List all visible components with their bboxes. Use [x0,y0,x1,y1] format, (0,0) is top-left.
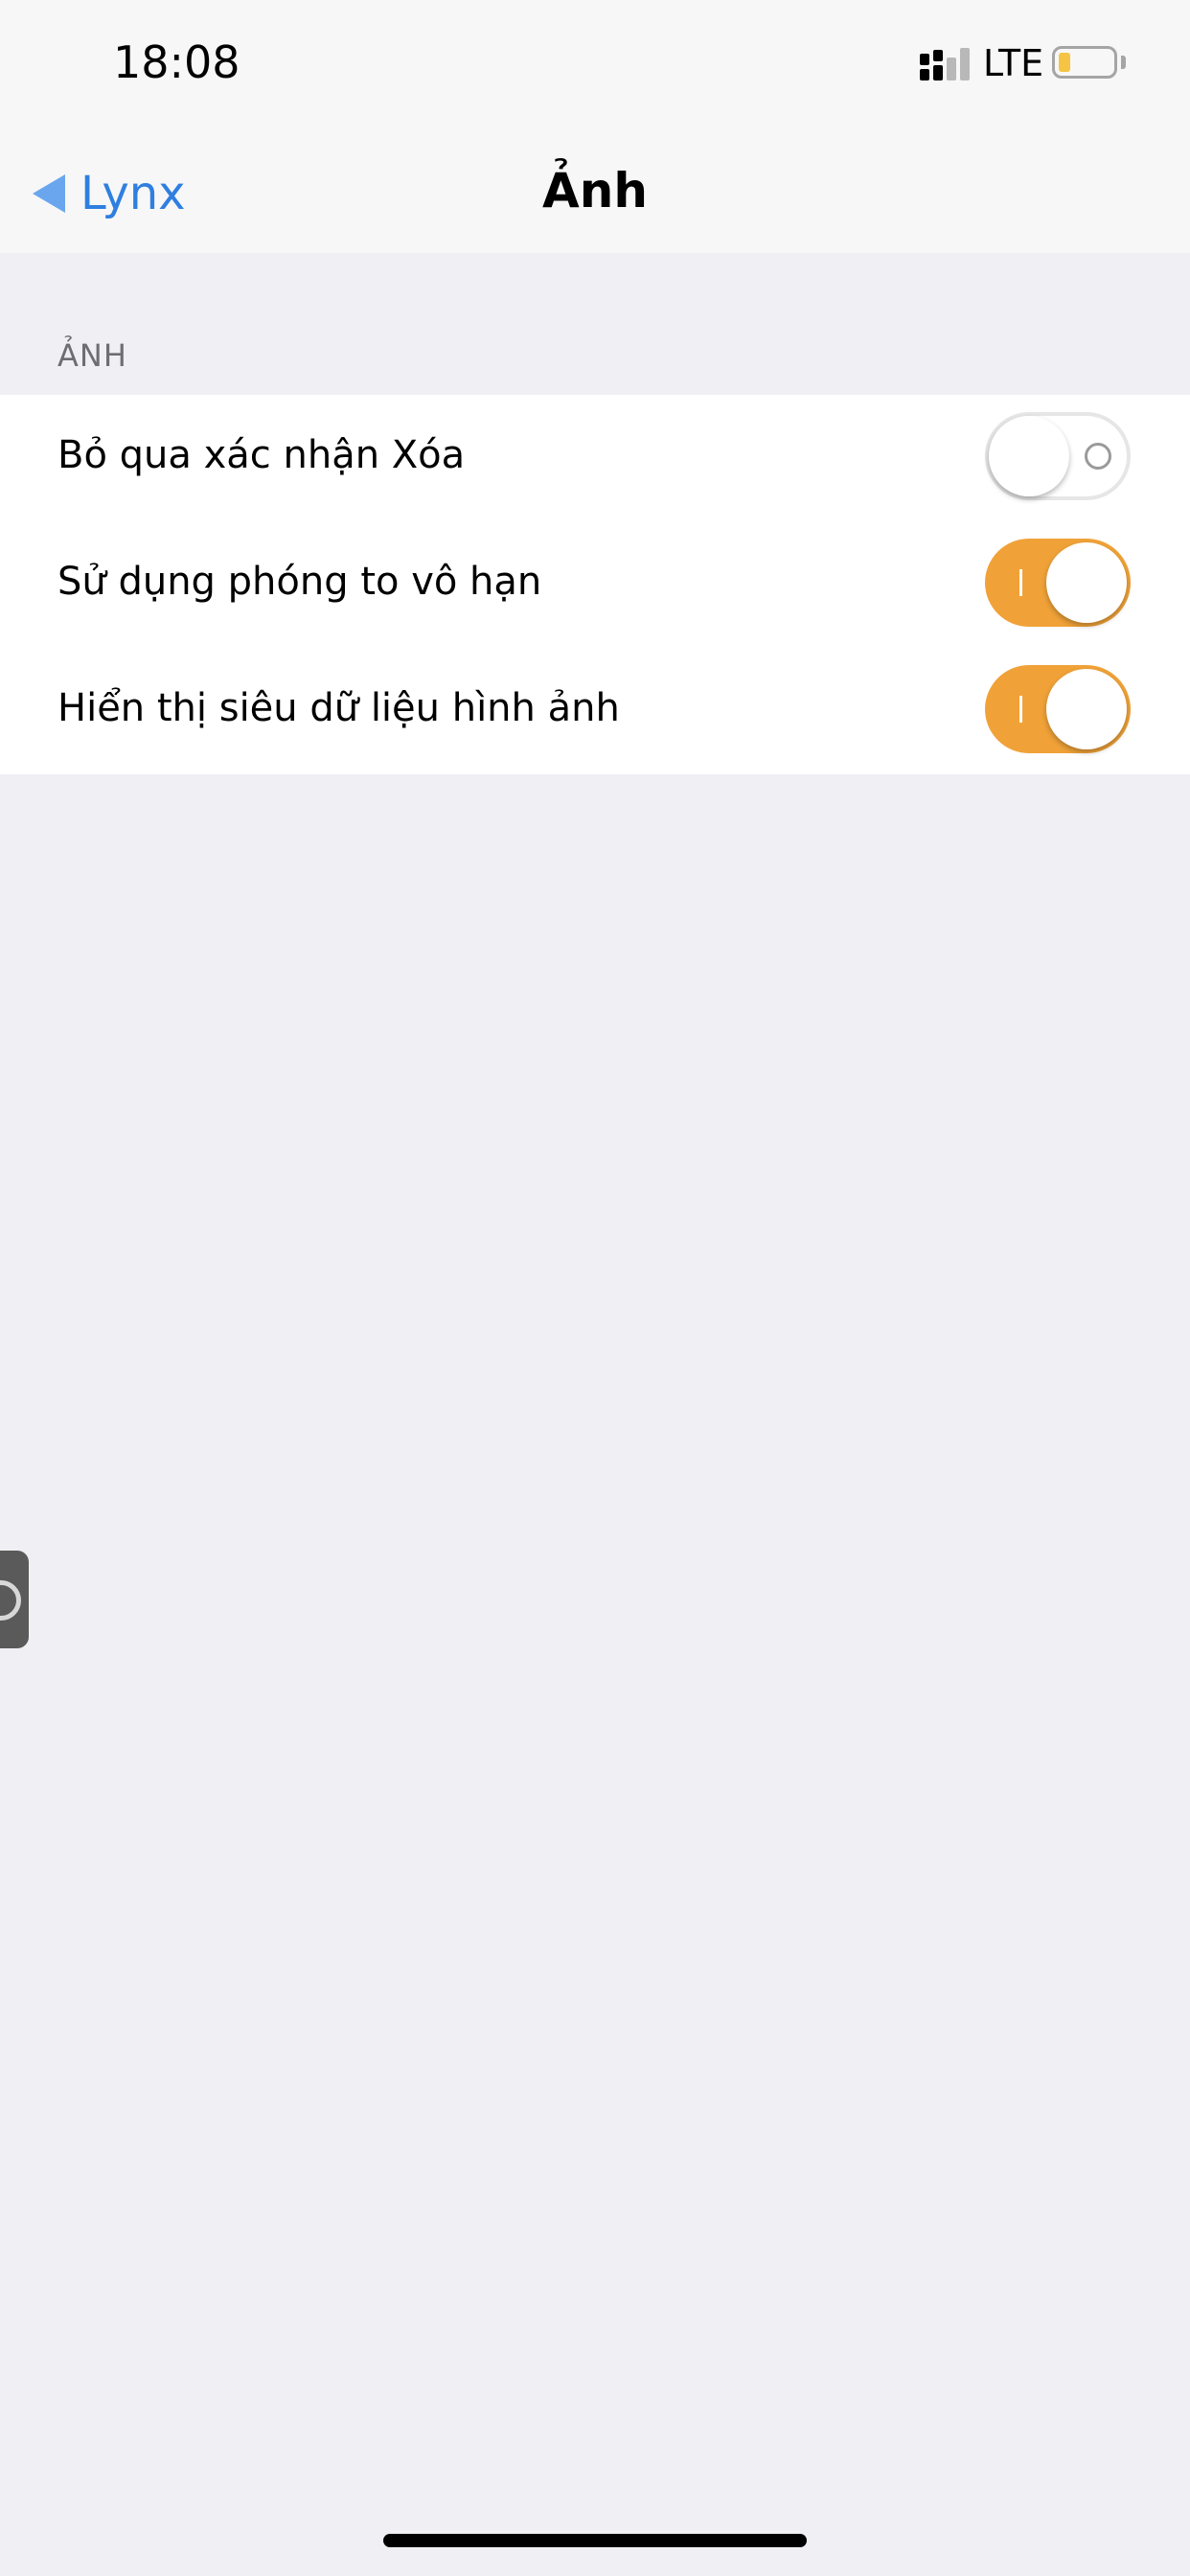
toggle-on-indicator-icon [1019,569,1022,596]
battery-tip [1121,56,1126,69]
toggle-knob [989,416,1069,496]
home-indicator[interactable] [383,2534,807,2547]
infinite-zoom-toggle[interactable] [985,539,1131,627]
section-header: ẢNH [57,337,127,374]
setting-row-image-metadata: Hiển thị siêu dữ liệu hình ảnh [0,648,1190,774]
page-title: Ảnh [542,163,648,218]
skip-delete-confirm-toggle[interactable] [985,412,1131,500]
signal-icon [920,46,973,80]
assistive-touch-button[interactable] [0,1551,29,1648]
setting-label: Sử dụng phóng to vô hạn [57,560,542,604]
battery-level [1059,53,1070,72]
setting-label: Bỏ qua xác nhận Xóa [57,433,466,477]
toggle-knob [1046,669,1127,749]
status-bar: 18:08 LTE [0,0,1190,126]
toggle-off-indicator-icon [1085,443,1111,470]
status-time: 18:08 [113,36,240,88]
setting-row-skip-delete-confirm: Bỏ qua xác nhận Xóa [0,395,1190,521]
image-metadata-toggle[interactable] [985,665,1131,753]
battery-icon [1052,46,1117,79]
toggle-knob [1046,542,1127,623]
settings-group: Bỏ qua xác nhận Xóa Sử dụng phóng to vô … [0,395,1190,774]
assistive-touch-icon [0,1580,21,1621]
navigation-bar: Lynx Ảnh [0,126,1190,253]
network-type-label: LTE [983,42,1044,84]
toggle-on-indicator-icon [1019,696,1022,723]
setting-row-infinite-zoom: Sử dụng phóng to vô hạn [0,521,1190,648]
setting-label: Hiển thị siêu dữ liệu hình ảnh [57,686,620,730]
